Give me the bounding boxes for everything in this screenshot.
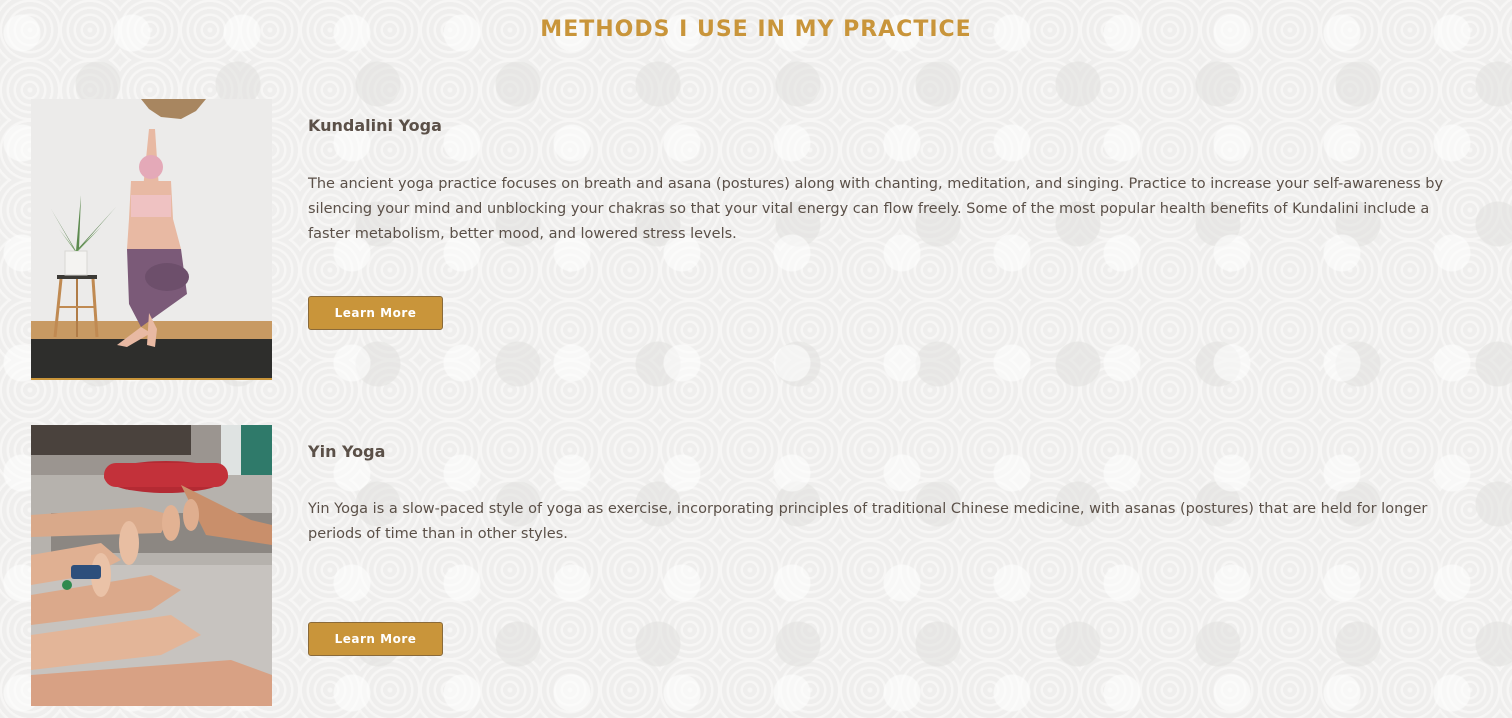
method-card-yin: Yin Yoga Yin Yoga is a slow-paced style … xyxy=(31,425,1451,707)
kundalini-yoga-photo xyxy=(31,99,272,380)
method-name-kundalini: Kundalini Yoga xyxy=(308,116,442,135)
section-title: METHODS I USE IN MY PRACTICE xyxy=(540,17,972,42)
method-card-kundalini: Kundalini Yoga The ancient yoga practice… xyxy=(31,99,1451,381)
method-description-yin: Yin Yoga is a slow-paced style of yoga a… xyxy=(308,501,1428,542)
yin-yoga-photo xyxy=(31,425,272,706)
method-description-kundalini: The ancient yoga practice focuses on bre… xyxy=(308,176,1444,242)
learn-more-button-kundalini[interactable]: Learn More xyxy=(308,296,443,330)
method-name-yin: Yin Yoga xyxy=(308,442,386,461)
learn-more-button-yin[interactable]: Learn More xyxy=(308,622,443,656)
